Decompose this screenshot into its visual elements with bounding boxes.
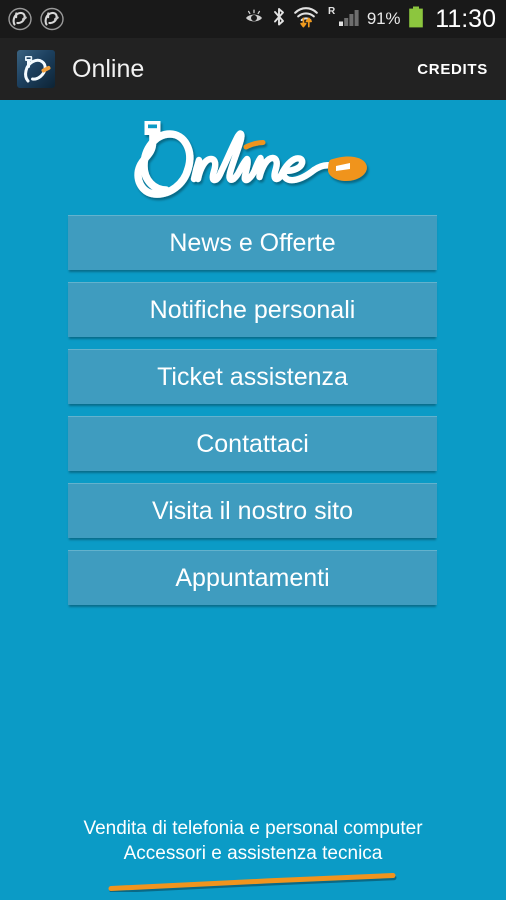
main-content: News e Offerte Notifiche personali Ticke… <box>0 100 506 900</box>
app-logo-notification-icon <box>38 5 66 33</box>
status-bar-indicators: R 91% 11:30 <box>243 5 496 34</box>
app-title: Online <box>72 54 145 83</box>
menu-button-news-e-offerte[interactable]: News e Offerte <box>68 215 437 270</box>
menu-button-label: News e Offerte <box>169 228 336 257</box>
menu-button-label: Appuntamenti <box>175 563 330 592</box>
eye-icon <box>243 7 265 32</box>
bluetooth-icon <box>272 6 286 33</box>
menu-button-contattaci[interactable]: Contattaci <box>68 416 437 471</box>
menu-button-notifiche-personali[interactable]: Notifiche personali <box>68 282 437 337</box>
status-bar-clock: 11:30 <box>435 4 496 33</box>
menu-button-label: Ticket assistenza <box>157 362 348 391</box>
menu-button-label: Contattaci <box>196 429 309 458</box>
footer-tagline-line-1: Vendita di telefonia e personal computer <box>83 818 423 839</box>
wifi-transfer-icon <box>293 5 319 33</box>
battery-icon <box>407 5 425 34</box>
main-menu: News e Offerte Notifiche personali Ticke… <box>68 215 437 617</box>
brand-logo-container <box>0 110 506 210</box>
menu-button-label: Notifiche personali <box>149 295 356 324</box>
cellular-signal-icon: R <box>326 5 360 34</box>
footer-tagline-line-2: Accessori e assistenza tecnica <box>123 843 383 864</box>
footer-swoosh-underline <box>108 873 397 892</box>
app-icon[interactable] <box>17 50 55 88</box>
menu-button-visita-il-nostro-sito[interactable]: Visita il nostro sito <box>68 483 437 538</box>
menu-button-label: Visita il nostro sito <box>151 496 353 525</box>
app-screen: R 91% 11:30 Online CREDITS News e Offert… <box>0 0 506 900</box>
battery-percent-label: 91% <box>366 9 401 28</box>
online-usb-script-logo <box>134 121 367 198</box>
status-bar: R 91% 11:30 <box>0 0 506 38</box>
action-bar: Online CREDITS <box>0 38 506 100</box>
notification-icons <box>6 5 66 33</box>
app-logo-notification-icon <box>6 5 34 33</box>
footer: Vendita di telefonia e personal computer… <box>0 816 506 892</box>
menu-button-ticket-assistenza[interactable]: Ticket assistenza <box>68 349 437 404</box>
roaming-r-label: R <box>328 6 336 17</box>
menu-button-appuntamenti[interactable]: Appuntamenti <box>68 550 437 605</box>
credits-button[interactable]: CREDITS <box>417 61 488 78</box>
